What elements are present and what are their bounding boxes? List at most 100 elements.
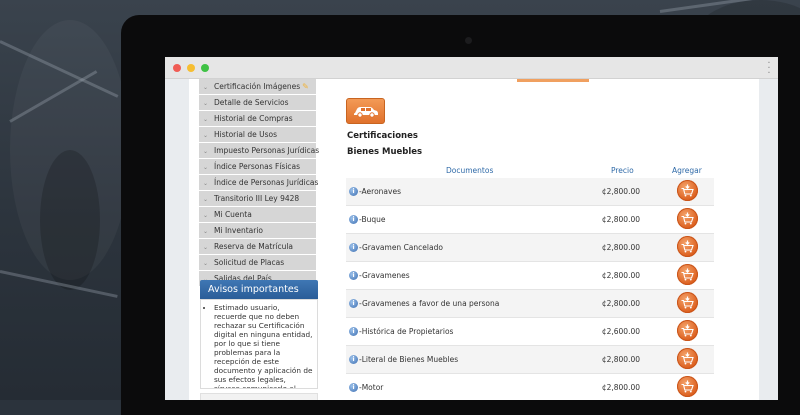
document-name: -Gravamenes a favor de una persona [359,299,500,308]
car-icon [353,107,378,118]
document-name: -Gravamenes [359,271,410,280]
table-row: i -Gravamen Cancelado ¢2,800.00 [346,234,714,262]
info-icon[interactable]: i [349,271,358,280]
sidebar-item-label: Mi Cuenta [214,210,252,219]
chevron-down-icon: ⌄ [203,212,209,219]
browser-titlebar: · · · [165,57,778,79]
document-name: -Histórica de Propietarios [359,327,454,336]
chevron-down-icon: ⌄ [203,260,209,267]
document-price: ¢2,800.00 [601,243,640,252]
column-header-agregar: Agregar [672,166,702,175]
chevron-down-icon: ⌄ [203,180,209,187]
maximize-window-button[interactable] [201,64,209,72]
document-price: ¢2,800.00 [601,215,640,224]
chevron-down-icon: ⌄ [203,132,209,139]
sidebar-item[interactable]: ⌄ Reserva de Matrícula [199,239,316,255]
website: ⌄ Certificación Imágenes ✎ ⌄ Detalle de Serv… [165,79,778,400]
table-row: i -Gravamenes a favor de una persona ¢2,80… [346,290,714,318]
active-tab-indicator [517,79,589,82]
sidebar-item[interactable]: ⌄ Índice de Personas Jurídicas [199,175,319,191]
sidebar-item-label: Detalle de Servicios [214,98,289,107]
main-content: Certificaciones Bienes Muebles Documento… [341,79,759,400]
sidebar-footer-box [200,393,318,400]
sidebar-item-label: Historial de Compras [214,114,293,123]
column-header-documentos: Documentos [446,166,494,175]
document-price: ¢2,800.00 [601,299,640,308]
sidebar-item-label: Impuesto Personas Jurídicas [214,146,320,155]
document-name: -Literal de Bienes Muebles [359,355,459,364]
chevron-down-icon: ⌄ [203,100,209,107]
add-to-cart-icon [681,324,694,337]
minimize-window-button[interactable] [187,64,195,72]
page-title: Certificaciones [347,131,418,141]
info-icon[interactable]: i [349,215,358,224]
sidebar-item-label: Índice Personas Físicas [214,162,301,171]
add-to-cart-button[interactable] [677,320,698,341]
chevron-down-icon: ⌄ [203,196,209,203]
sidebar-item-label: Solicitud de Placas [214,258,285,267]
info-icon[interactable]: i [349,355,358,364]
avisos-text: Estimado usuario, recuerde que no deben … [214,303,313,388]
sidebar-item[interactable]: ⌄ Historial de Compras [199,111,316,127]
chevron-down-icon: ⌄ [203,148,209,155]
document-price: ¢2,800.00 [601,355,640,364]
close-window-button[interactable] [173,64,181,72]
menu-dots-icon[interactable]: · · · [766,59,772,79]
sidebar-item[interactable]: ⌄ Impuesto Personas Jurídicas [199,143,320,159]
sidebar: ⌄ Certificación Imágenes ✎ ⌄ Detalle de Serv… [189,79,322,400]
page-subtitle: Bienes Muebles [347,147,423,157]
add-to-cart-icon [681,296,694,309]
documents-table: i -Aeronaves ¢2,800.00 i -Buque ¢2,800.00 i -Gr… [346,178,714,400]
document-price: ¢2,800.00 [601,383,640,392]
add-to-cart-button[interactable] [677,348,698,369]
sidebar-item-label: Índice de Personas Jurídicas [214,178,319,187]
table-row: i -Histórica de Propietarios ¢2,600.00 [346,318,714,346]
sidebar-item[interactable]: ⌄ Mi Cuenta [199,207,316,223]
info-icon[interactable]: i [349,299,358,308]
sidebar-item[interactable]: ⌄ Certificación Imágenes ✎ [199,79,316,95]
info-icon[interactable]: i [349,243,358,252]
bienes-muebles-category-button[interactable] [346,98,385,124]
sidebar-item-label: Transitorio III Ley 9428 [214,194,300,203]
add-to-cart-button[interactable] [677,264,698,285]
avisos-title: Avisos importantes [200,280,318,299]
avisos-panel: Estimado usuario, recuerde que no deben … [200,299,318,389]
document-name: -Buque [359,215,386,224]
table-row: i -Gravamenes ¢2,800.00 [346,262,714,290]
chevron-down-icon: ⌄ [203,244,209,251]
document-price: ¢2,800.00 [601,187,640,196]
add-to-cart-button[interactable] [677,208,698,229]
sidebar-item[interactable]: ⌄ Índice Personas Físicas [199,159,316,175]
info-icon[interactable]: i [349,327,358,336]
info-icon[interactable]: i [349,187,358,196]
document-name: -Motor [359,383,384,392]
table-row: i -Literal de Bienes Muebles ¢2,800.00 [346,346,714,374]
page-container: ⌄ Certificación Imágenes ✎ ⌄ Detalle de Serv… [189,79,759,400]
table-row: i -Motor ¢2,800.00 [346,374,714,400]
add-to-cart-icon [681,212,694,225]
add-to-cart-button[interactable] [677,180,698,201]
sidebar-item[interactable]: ⌄ Mi Inventario [199,223,316,239]
add-to-cart-button[interactable] [677,376,698,397]
sidebar-item[interactable]: ⌄ Detalle de Servicios [199,95,316,111]
add-to-cart-button[interactable] [677,292,698,313]
column-header-precio: Precio [611,166,634,175]
document-name: -Gravamen Cancelado [359,243,443,252]
add-to-cart-icon [681,352,694,365]
table-row: i -Aeronaves ¢2,800.00 [346,178,714,206]
chevron-down-icon: ⌄ [203,84,209,91]
sidebar-item[interactable]: ⌄ Transitorio III Ley 9428 [199,191,316,207]
sidebar-item-label: Reserva de Matrícula [214,242,294,251]
sidebar-nav: ⌄ Certificación Imágenes ✎ ⌄ Detalle de Serv… [199,79,320,287]
sidebar-item[interactable]: ⌄ Historial de Usos [199,127,316,143]
sidebar-item-label: Certificación Imágenes [214,82,301,91]
chevron-down-icon: ⌄ [203,228,209,235]
sidebar-item[interactable]: ⌄ Solicitud de Placas [199,255,316,271]
chevron-down-icon: ⌄ [203,164,209,171]
add-to-cart-button[interactable] [677,236,698,257]
sidebar-item-label: Historial de Usos [214,130,278,139]
certificate-icon: ✎ [302,82,309,91]
sidebar-item-label: Mi Inventario [214,226,264,235]
info-icon[interactable]: i [349,383,358,392]
document-price: ¢2,800.00 [601,271,640,280]
